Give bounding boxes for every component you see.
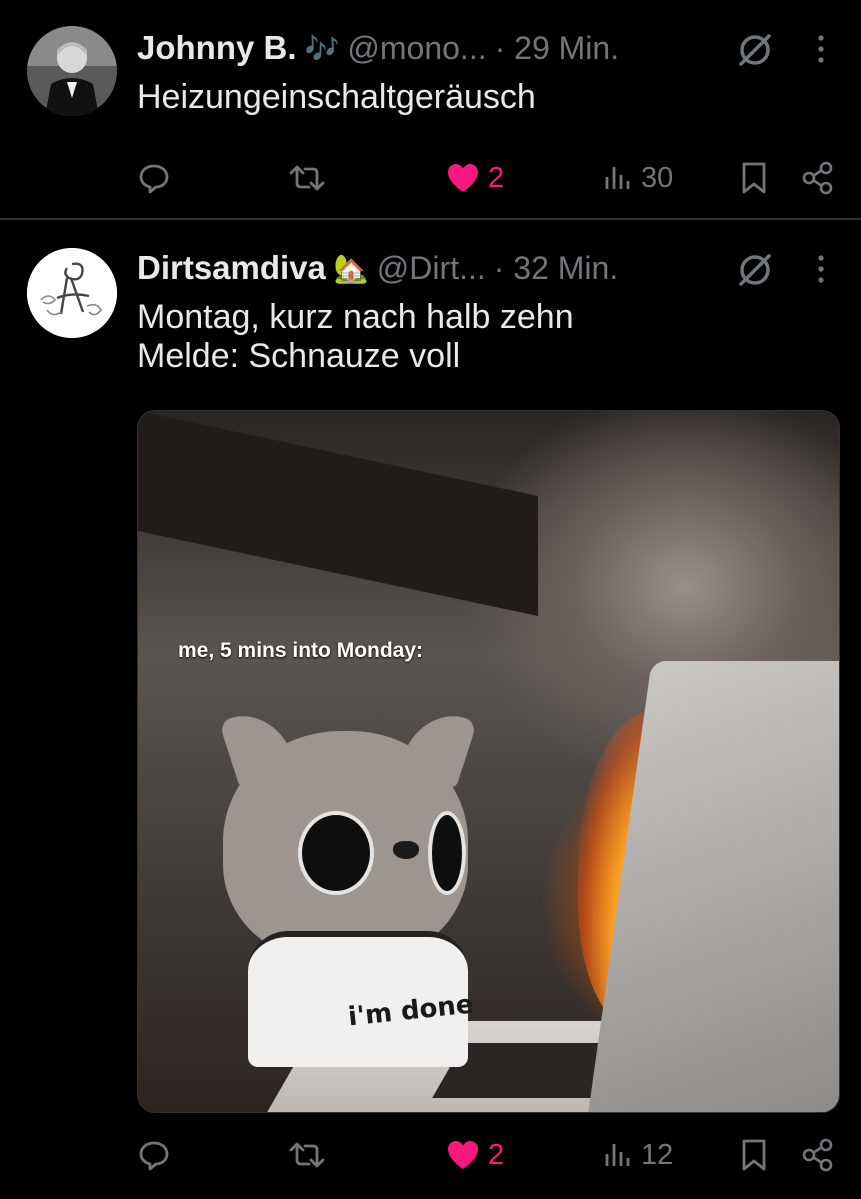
tweet-text-line: Heizungeinschaltgeräusch — [137, 78, 536, 116]
reply-icon — [139, 1141, 169, 1171]
image-plush-nose — [393, 841, 419, 859]
like-button[interactable]: 2 — [446, 1135, 504, 1175]
tweet-header: Dirtsamdiva 🏡 @Dirt... · 32 Min. — [137, 246, 618, 290]
timestamp[interactable]: · 29 Min. — [495, 30, 619, 67]
views-icon — [605, 167, 630, 189]
image-plush-eye — [298, 811, 374, 895]
views-icon — [605, 1144, 630, 1166]
heart-icon — [448, 1141, 478, 1169]
tweet-text: Montag, kurz nach halb zehn Melde: Schna… — [137, 298, 574, 376]
repost-button[interactable] — [287, 1135, 327, 1175]
grok-icon[interactable] — [735, 250, 775, 290]
author-name[interactable]: Johnny B. — [137, 29, 297, 67]
repost-icon — [289, 165, 325, 191]
author-handle[interactable]: @mono... — [347, 30, 486, 67]
view-count: 30 — [641, 161, 674, 194]
like-count: 2 — [488, 161, 505, 194]
share-button[interactable] — [802, 158, 834, 198]
image-background — [138, 411, 538, 617]
tweet-image[interactable]: i'm done me, 5 mins into Monday: — [137, 410, 840, 1113]
heart-icon — [448, 164, 478, 192]
timestamp[interactable]: · 32 Min. — [494, 250, 618, 287]
bookmark-icon — [742, 1139, 766, 1171]
action-bar: 2 30 — [0, 158, 861, 198]
avatar[interactable] — [27, 248, 117, 338]
tweet-text: Heizungeinschaltgeräusch — [137, 78, 536, 117]
reply-button[interactable] — [137, 1135, 171, 1175]
music-notes-emoji: 🎶 — [304, 32, 340, 64]
avatar[interactable] — [27, 26, 117, 116]
reply-icon — [139, 164, 169, 194]
tweet-header: Johnny B. 🎶 @mono... · 29 Min. — [137, 26, 619, 70]
more-icon[interactable] — [812, 32, 830, 68]
author-name[interactable]: Dirtsamdiva — [137, 249, 326, 287]
author-handle[interactable]: @Dirt... — [377, 250, 486, 287]
image-caption: me, 5 mins into Monday: — [178, 639, 424, 662]
like-count: 2 — [488, 1138, 505, 1171]
repost-button[interactable] — [287, 158, 327, 198]
views-button[interactable]: 30 — [603, 158, 673, 198]
tweet-text-line: Melde: Schnauze voll — [137, 337, 461, 375]
bookmark-button[interactable] — [740, 158, 768, 198]
like-button[interactable]: 2 — [446, 158, 504, 198]
more-icon[interactable] — [812, 252, 830, 288]
tweet-text-line: Montag, kurz nach halb zehn — [137, 298, 574, 336]
repost-icon — [289, 1142, 325, 1168]
view-count: 12 — [641, 1138, 674, 1171]
image-plush-eye — [428, 811, 466, 895]
bookmark-icon — [742, 162, 766, 194]
share-button[interactable] — [802, 1135, 834, 1175]
share-icon — [802, 161, 833, 195]
views-button[interactable]: 12 — [603, 1135, 673, 1175]
grok-icon[interactable] — [735, 30, 775, 70]
house-emoji: 🏡 — [333, 252, 369, 284]
action-bar: 2 12 — [0, 1135, 861, 1175]
tweet[interactable]: Dirtsamdiva 🏡 @Dirt... · 32 Min. Montag,… — [0, 220, 861, 1199]
tweet[interactable]: Johnny B. 🎶 @mono... · 29 Min. Heizungei… — [0, 0, 861, 218]
reply-button[interactable] — [137, 158, 171, 198]
bookmark-button[interactable] — [740, 1135, 768, 1175]
share-icon — [802, 1138, 833, 1172]
